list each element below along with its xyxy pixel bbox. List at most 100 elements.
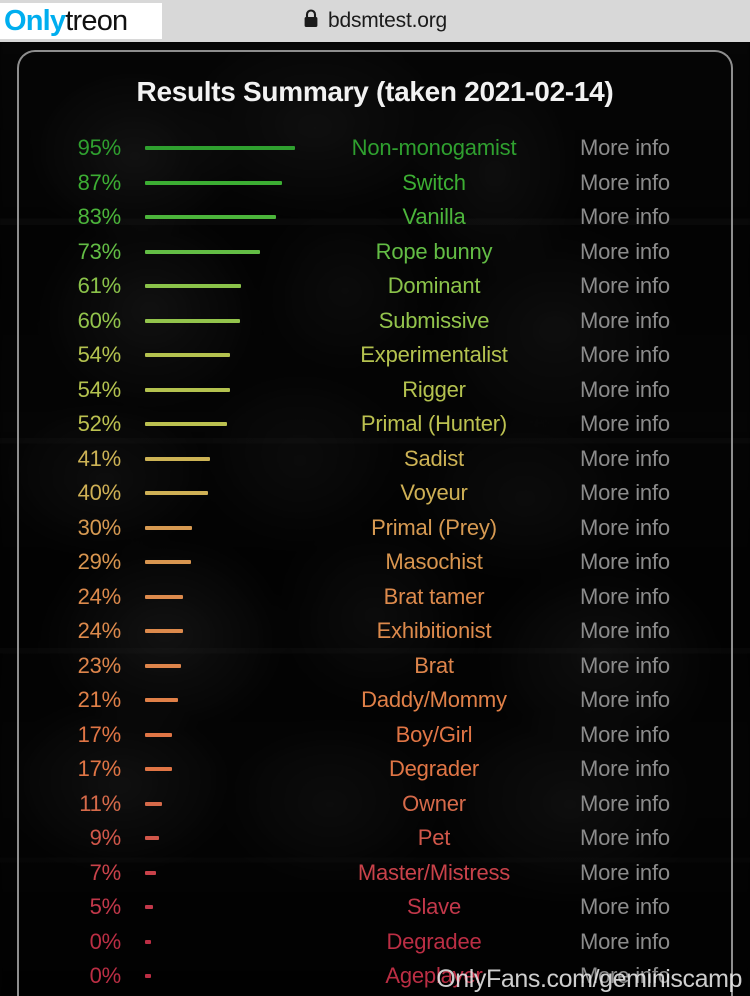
result-bar-track	[145, 732, 305, 737]
result-bar-track	[145, 387, 305, 392]
result-label: Primal (Hunter)	[360, 411, 508, 436]
result-row: 9% Pet More info	[0, 823, 750, 858]
result-bar-fill	[145, 215, 277, 219]
result-label: Experimentalist	[360, 342, 508, 367]
result-row: 24% Brat tamer More info	[0, 582, 750, 617]
result-percent: 17%	[77, 756, 122, 781]
more-info-link[interactable]: More info	[580, 927, 670, 957]
more-info-link[interactable]: More info	[580, 478, 670, 508]
result-bar-track	[145, 249, 305, 254]
result-bar-track	[145, 939, 305, 944]
result-percent: 61%	[77, 273, 122, 298]
more-info-link[interactable]: More info	[580, 444, 670, 474]
result-bar-track	[145, 663, 305, 668]
result-percent: 0%	[89, 928, 122, 954]
more-info-link[interactable]: More info	[580, 823, 670, 853]
more-info-link[interactable]: More info	[580, 513, 670, 543]
result-bar-fill	[145, 801, 163, 806]
result-label: Degrader	[388, 756, 480, 781]
result-label: Owner	[402, 790, 466, 816]
url-text: bdsmtest.org	[328, 9, 447, 32]
result-percent: 9%	[89, 825, 122, 850]
result-bar-track	[145, 146, 305, 150]
result-label: Dominant	[387, 273, 481, 298]
result-bar-track	[145, 594, 305, 599]
more-info-link[interactable]: More info	[580, 720, 670, 750]
result-bar-fill	[145, 594, 183, 599]
more-info-link[interactable]: More info	[580, 547, 670, 577]
results-content: Results Summary (taken 2021-02-14) 95% No…	[0, 42, 750, 996]
result-percent: 40%	[77, 480, 122, 505]
more-info-link[interactable]: More info	[580, 271, 670, 301]
result-bar-fill	[145, 905, 153, 909]
result-bar-fill	[145, 767, 172, 771]
result-bar-track	[145, 491, 305, 495]
result-bar-fill	[145, 698, 179, 702]
result-percent: 41%	[77, 445, 122, 471]
more-info-link[interactable]: More info	[580, 685, 670, 715]
result-percent: 11%	[79, 790, 121, 816]
result-bar-fill	[145, 629, 183, 633]
result-percent: 24%	[77, 618, 122, 643]
page-title: Results Summary (taken 2021-02-14)	[136, 76, 614, 107]
more-info-link[interactable]: More info	[580, 582, 670, 612]
result-percent: 95%	[77, 135, 122, 160]
result-percent: 30%	[77, 514, 122, 540]
result-label: Exhibitionist	[376, 618, 492, 643]
more-info-link[interactable]: More info	[580, 651, 670, 681]
result-bar-fill	[145, 180, 283, 185]
result-row: 60% Submissive More info	[0, 306, 750, 341]
result-bar-fill	[145, 560, 191, 564]
results-list: 95% Non-monogamist More info 87% Switch More …	[0, 133, 750, 996]
result-percent: 29%	[77, 549, 122, 574]
result-bar-fill	[145, 525, 193, 530]
result-bar-track	[145, 560, 305, 564]
onlyfans-watermark: OnlyFans.com/geminiscamp	[436, 965, 742, 993]
result-percent: 87%	[77, 169, 122, 195]
more-info-link[interactable]: More info	[580, 202, 670, 232]
logo-only-text: Only	[4, 4, 66, 37]
result-bar-track	[145, 525, 305, 530]
more-info-link[interactable]: More info	[580, 133, 670, 163]
browser-toolbar: Only treon bdsmtest.org	[0, 0, 750, 42]
more-info-link[interactable]: More info	[580, 754, 670, 784]
result-row: 17% Boy/Girl More info	[0, 720, 750, 755]
more-info-link[interactable]: More info	[580, 858, 670, 888]
result-label: Rigger	[402, 376, 466, 402]
more-info-link[interactable]: More info	[580, 306, 670, 336]
logo-treon-text: treon	[65, 4, 128, 37]
result-bar-fill	[145, 353, 231, 357]
result-bar-fill	[145, 870, 157, 875]
result-label: Rope bunny	[375, 238, 493, 264]
more-info-link[interactable]: More info	[580, 409, 670, 439]
more-info-link[interactable]: More info	[580, 789, 670, 819]
result-row: 73% Rope bunny More info	[0, 237, 750, 272]
result-bar-track	[145, 836, 305, 840]
result-label: Submissive	[378, 307, 490, 333]
result-bar-track	[145, 870, 305, 875]
more-info-link[interactable]: More info	[580, 375, 670, 405]
result-bar-fill	[145, 732, 172, 737]
page-viewport: Results Summary (taken 2021-02-14) 95% No…	[0, 42, 750, 996]
result-bar-track	[145, 318, 305, 323]
result-percent: 54%	[77, 342, 122, 367]
result-bar-fill	[145, 939, 151, 944]
more-info-link[interactable]: More info	[580, 616, 670, 646]
more-info-link[interactable]: More info	[580, 168, 670, 198]
more-info-link[interactable]: More info	[580, 237, 670, 267]
result-percent: 54%	[77, 376, 122, 402]
more-info-link[interactable]: More info	[580, 340, 670, 370]
result-bar-fill	[145, 663, 182, 668]
more-info-link[interactable]: More info	[580, 892, 670, 922]
result-label: Degradee	[386, 928, 482, 954]
result-row: 7% Master/Mistress More info	[0, 858, 750, 893]
result-label: Switch	[402, 169, 466, 195]
result-label: Masochist	[385, 549, 483, 574]
result-label: Primal (Prey)	[371, 514, 497, 540]
result-bar-fill	[145, 836, 160, 840]
result-label: Non-monogamist	[351, 135, 517, 160]
result-label: Slave	[406, 894, 462, 919]
result-percent: 7%	[89, 859, 122, 885]
result-bar-track	[145, 456, 305, 461]
result-percent: 5%	[89, 894, 122, 919]
